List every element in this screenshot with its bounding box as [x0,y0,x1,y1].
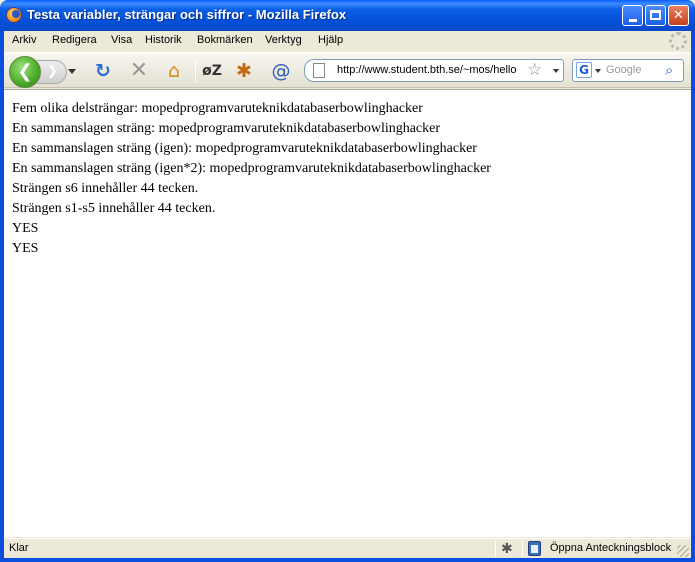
web-developer-icon[interactable]: @ [269,59,293,83]
content-line: Strängen s1-s5 innehåller 44 tecken. [12,201,216,216]
search-bar[interactable]: G Google ⌕ [572,59,684,82]
close-button[interactable]: ✕ [668,5,689,26]
content-line: YES [12,241,39,256]
menu-historik[interactable]: Historik [145,34,182,46]
firefox-icon [6,7,22,23]
minimize-button[interactable] [622,5,643,26]
page-icon [313,63,325,78]
google-icon[interactable]: G [576,62,592,78]
output-text: Fem olika delsträngar: mopedprogramvarut… [12,99,491,259]
toolbar-separator [195,59,196,83]
stop-icon: ✕ [129,58,149,83]
url-dropdown-icon[interactable] [553,69,559,73]
firebug-status-icon[interactable]: ✱ [501,540,513,557]
history-dropdown-icon[interactable] [68,69,76,74]
window-title: Testa variabler, strängar och siffror - … [27,7,347,22]
close-icon: ✕ [673,8,684,23]
open-notepad-button[interactable]: Öppna Anteckningsblock [550,542,671,554]
maximize-icon [650,10,661,20]
status-separator [495,541,496,557]
status-separator [522,541,523,557]
status-bar: Klar ✱ Öppna Anteckningsblock [4,538,691,558]
menu-redigera[interactable]: Redigera [52,34,97,46]
title-bar[interactable]: Testa variabler, strängar och siffror - … [0,0,695,31]
page-content: Fem olika delsträngar: mopedprogramvarut… [4,89,691,537]
home-icon: ⌂ [167,60,181,82]
forward-button[interactable]: ❯ [37,60,67,84]
content-line: En sammanslagen sträng: mopedprogramvaru… [12,121,441,136]
maximize-button[interactable] [645,5,666,26]
throbber-icon [669,32,687,50]
menu-bar: Arkiv Redigera Visa Historik Bokmärken V… [4,31,691,51]
reload-button[interactable]: ↻ [91,59,115,83]
search-magnifier-icon[interactable]: ⌕ [665,61,673,79]
bookmark-star-icon[interactable]: ☆ [527,60,542,80]
menu-verktyg[interactable]: Verktyg [265,34,302,46]
engine-dropdown-icon[interactable] [595,69,601,73]
home-button[interactable]: ⌂ [162,59,186,83]
address-bar[interactable]: http://www.student.bth.se/~mos/hello ☆ [304,59,564,82]
firebug-icon[interactable]: ✱ [232,59,256,83]
content-line: En sammanslagen sträng (igen): mopedprog… [12,141,477,156]
status-text: Klar [9,542,29,554]
navigation-toolbar: ❯ ❮ ↻ ✕ ⌂ øZ ✱ @ http://www.student.bth.… [4,52,691,88]
content-line: En sammanslagen sträng (igen*2): mopedpr… [12,161,491,176]
menu-visa[interactable]: Visa [111,34,132,46]
menu-arkiv[interactable]: Arkiv [12,34,36,46]
search-input[interactable]: Google [606,64,641,76]
minimize-icon [629,19,637,22]
resize-grip[interactable] [677,545,689,557]
back-button[interactable]: ❮ [9,56,41,88]
forward-icon: ❯ [47,64,58,79]
content-line: Fem olika delsträngar: mopedprogramvarut… [12,101,423,116]
menu-hjalp[interactable]: Hjälp [318,34,343,46]
browser-body: Arkiv Redigera Visa Historik Bokmärken V… [4,31,691,558]
browser-window: Testa variabler, strängar och siffror - … [0,0,695,562]
notepad-icon[interactable] [528,541,541,556]
extension-icon[interactable]: øZ [200,59,224,83]
content-line: YES [12,221,39,236]
url-input[interactable]: http://www.student.bth.se/~mos/hello [337,64,523,76]
menu-bokmarken[interactable]: Bokmärken [197,34,253,46]
back-icon: ❮ [17,61,33,82]
reload-icon: ↻ [95,60,111,82]
stop-button[interactable]: ✕ [127,59,151,83]
content-line: Strängen s6 innehåller 44 tecken. [12,181,199,196]
